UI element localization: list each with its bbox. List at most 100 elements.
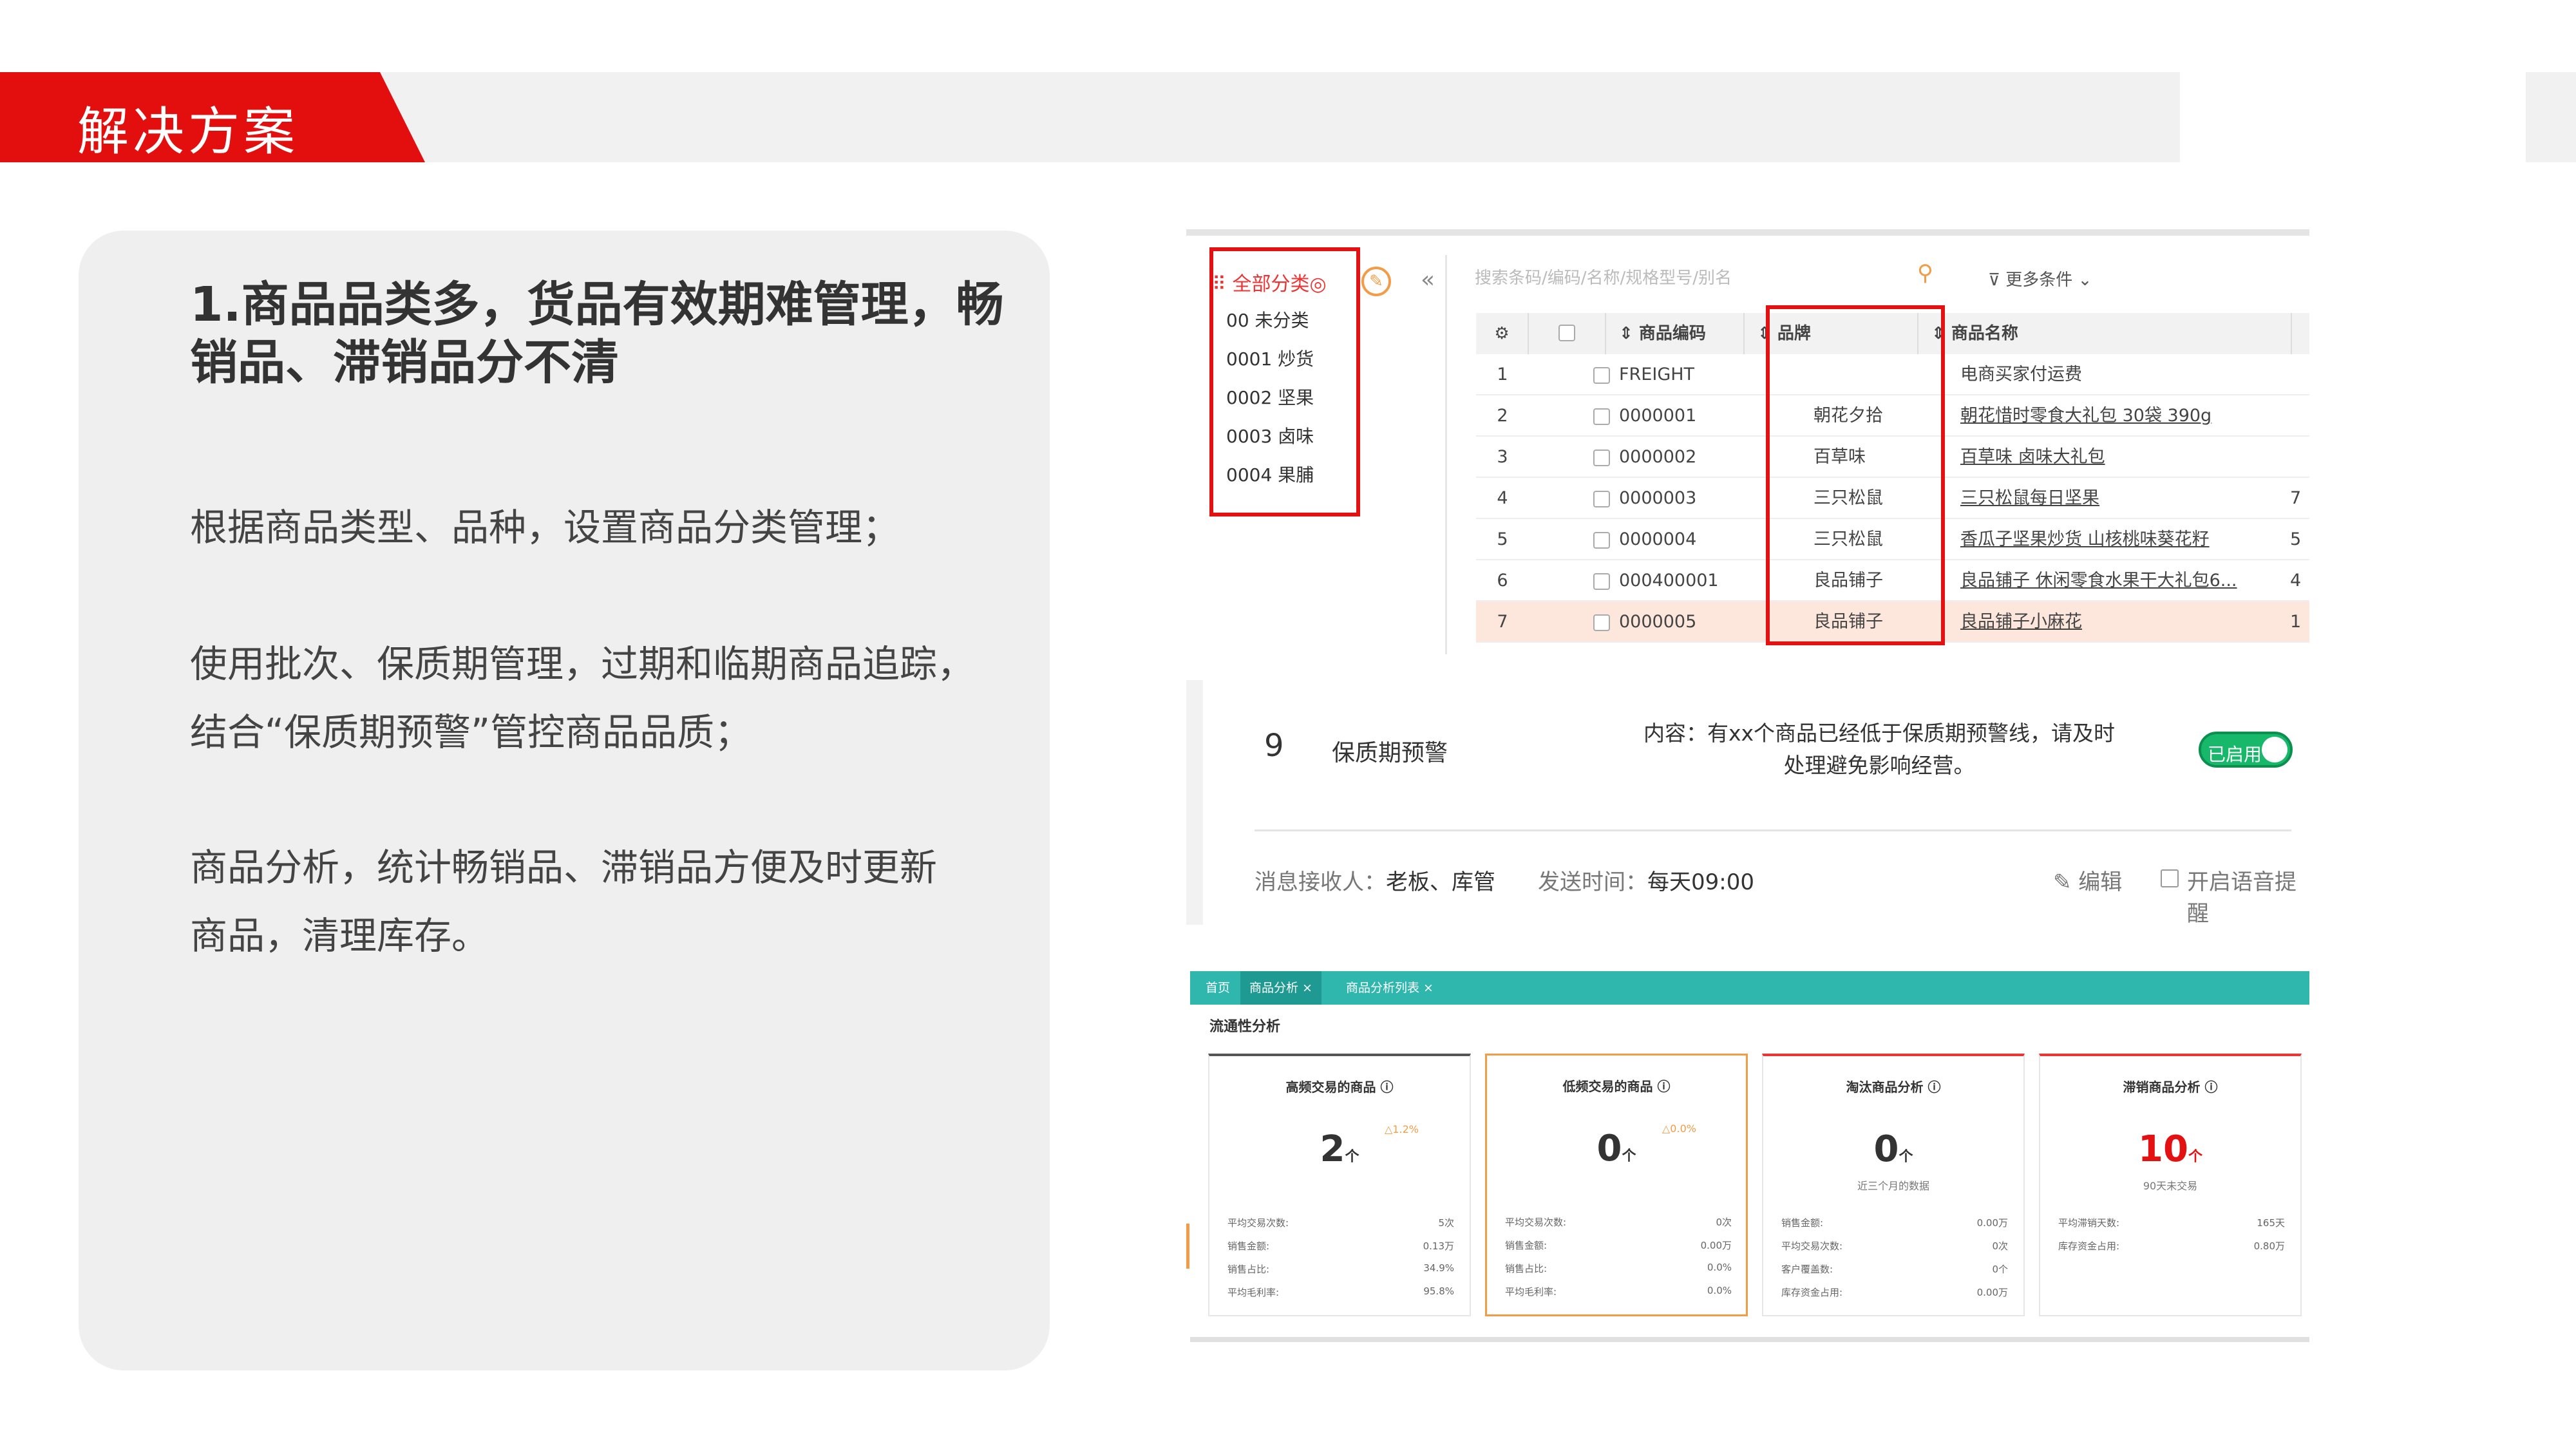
toggle-knob bbox=[2262, 737, 2287, 762]
row-checkbox[interactable] bbox=[1593, 532, 1610, 549]
row-number: 5 bbox=[1497, 529, 1508, 549]
filter-icon: ⊽ bbox=[1988, 270, 2006, 290]
collapse-icon[interactable]: « bbox=[1421, 267, 1435, 293]
row-number: 2 bbox=[1497, 406, 1508, 426]
metric-row: 平均毛利率: 95.8% bbox=[1227, 1285, 1454, 1298]
row-number: 3 bbox=[1497, 447, 1508, 467]
accent-bar bbox=[1186, 1224, 1189, 1269]
product-extra bbox=[2290, 437, 2309, 478]
row-number: 7 bbox=[1497, 612, 1508, 632]
col-name[interactable]: ⇕ 商品名称 bbox=[1918, 313, 2292, 354]
product-name: 良品铺子 休闲零食水果干大礼包6... bbox=[1960, 571, 2237, 591]
product-extra bbox=[2290, 395, 2309, 437]
product-name: 百草味 卤味大礼包 bbox=[1960, 447, 2105, 467]
row-checkbox[interactable] bbox=[1593, 491, 1610, 507]
edit-icon[interactable]: ✎ bbox=[1361, 267, 1391, 296]
send-time-info: 发送时间：每天09:00 bbox=[1538, 869, 1754, 895]
metric-row: 平均滞销天数: 165天 bbox=[2058, 1217, 2285, 1229]
row-checkbox[interactable] bbox=[1593, 408, 1610, 425]
rule-content: 内容：有xx个商品已经低于保质期预警线，请及时处理避免影响经营。 bbox=[1643, 721, 2116, 778]
metric-row: 销售金额: 0.00万 bbox=[1781, 1217, 2008, 1229]
header-band-right bbox=[2526, 72, 2576, 162]
product-name: 三只松鼠每日坚果 bbox=[1960, 488, 2099, 508]
section-title: 流通性分析 bbox=[1209, 1019, 1281, 1035]
metric-row: 平均毛利率: 0.0% bbox=[1505, 1285, 1732, 1298]
metric-value: 0个 bbox=[1873, 1128, 1913, 1170]
row-checkbox[interactable] bbox=[1593, 450, 1610, 466]
product-extra: 5 bbox=[2290, 529, 2302, 549]
search-input[interactable]: 搜索条码/编码/名称/规格型号/别名 bbox=[1475, 259, 1951, 298]
metric-title: 高频交易的商品 ⓘ bbox=[1285, 1079, 1394, 1095]
enable-toggle[interactable]: 已启用 bbox=[2199, 732, 2293, 768]
metric-note: 90天未交易 bbox=[2143, 1180, 2198, 1192]
metric-row: 库存资金占用: 0.00万 bbox=[1781, 1287, 2008, 1298]
metric-value: 2个 bbox=[1320, 1128, 1359, 1170]
metric-row: 销售占比: 34.9% bbox=[1227, 1262, 1454, 1275]
metric-note: 近三个月的数据 bbox=[1857, 1180, 1929, 1192]
search-icon[interactable]: ⚲ bbox=[1917, 260, 1933, 286]
product-list-screenshot: ⠿ 全部分类◎ 00 未分类 0001 炒货 0002 坚果 0003 卤味 0… bbox=[1186, 229, 2309, 654]
edit-icon: ✎ bbox=[2053, 869, 2079, 895]
metric-card[interactable]: 高频交易的商品 ⓘ 2个 △1.2% 平均交易次数: 5次 销售金额: 0.13万 销售占比:… bbox=[1208, 1054, 1471, 1316]
highlight-box bbox=[1766, 305, 1945, 645]
metric-row: 销售金额: 0.13万 bbox=[1227, 1240, 1454, 1252]
edit-button[interactable]: ✎ 编辑 bbox=[2053, 864, 2122, 896]
highlight-box bbox=[1209, 247, 1360, 516]
metric-row: 平均交易次数: 5次 bbox=[1227, 1217, 1454, 1229]
product-code: 000400001 bbox=[1619, 571, 1719, 591]
solution-point-3: 商品分析，统计畅销品、滞销品方便及时更新商品，清理库存。 bbox=[190, 846, 938, 958]
tab-bar: 首页 商品分析 × 商品分析列表 × bbox=[1190, 971, 2309, 1005]
trend-badge: △0.0% bbox=[1662, 1122, 1696, 1135]
select-all-checkbox[interactable] bbox=[1529, 313, 1606, 354]
product-name: 香瓜子坚果炒货 山核桃味葵花籽 bbox=[1960, 529, 2210, 549]
product-code: 0000003 bbox=[1619, 488, 1697, 508]
solution-point-2: 使用批次、保质期管理，过期和临期商品追踪，结合“保质期预警”管控商品品质； bbox=[190, 642, 975, 754]
product-code: 0000001 bbox=[1619, 406, 1697, 426]
metric-title: 滞销商品分析 ⓘ bbox=[2123, 1079, 2218, 1095]
rule-name: 保质期预警 bbox=[1332, 740, 1448, 766]
row-number: 6 bbox=[1497, 571, 1508, 591]
metric-row: 销售金额: 0.00万 bbox=[1505, 1240, 1732, 1251]
sort-icon: ⇕ bbox=[1619, 324, 1639, 343]
analysis-screenshot: 首页 商品分析 × 商品分析列表 × 流通性分析 高频交易的商品 ⓘ 2个 △1.2… bbox=[1190, 971, 2309, 1342]
product-code: 0000005 bbox=[1619, 612, 1697, 632]
warning-rule-screenshot: 9 保质期预警 内容：有xx个商品已经低于保质期预警线，请及时处理避免影响经营。… bbox=[1186, 680, 2309, 927]
metric-card[interactable]: 淘汰商品分析 ⓘ 0个 近三个月的数据 销售金额: 0.00万 平均交易次数: 0次 客户覆盖… bbox=[1762, 1054, 2025, 1316]
product-code: 0000002 bbox=[1619, 447, 1697, 467]
divider bbox=[1445, 255, 1447, 654]
voice-reminder-checkbox[interactable] bbox=[2161, 869, 2179, 887]
row-checkbox[interactable] bbox=[1593, 573, 1610, 590]
product-code: FREIGHT bbox=[1619, 365, 1695, 384]
tab-analysis-list[interactable]: 商品分析列表 × bbox=[1337, 971, 1443, 1005]
voice-reminder-label: 开启语音提醒 bbox=[2187, 869, 2297, 927]
more-filters-button[interactable]: ⊽ 更多条件 ⌄ bbox=[1988, 267, 2092, 290]
tab-home[interactable]: 首页 bbox=[1197, 971, 1239, 1005]
col-code[interactable]: ⇕ 商品编码 bbox=[1606, 313, 1745, 354]
product-extra: 1 bbox=[2290, 612, 2302, 632]
receiver-info: 消息接收人：老板、库管 bbox=[1255, 869, 1495, 895]
tab-product-analysis[interactable]: 商品分析 × bbox=[1240, 971, 1321, 1005]
card-title: 1.商品品类多，货品有效期难管理，畅销品、滞销品分不清 bbox=[190, 277, 1004, 390]
metric-row: 客户覆盖数: 0个 bbox=[1781, 1264, 2008, 1275]
product-extra: 4 bbox=[2290, 571, 2302, 591]
metric-row: 库存资金占用: 0.80万 bbox=[2058, 1240, 2285, 1252]
metric-row: 销售占比: 0.0% bbox=[1505, 1262, 1732, 1274]
settings-icon[interactable]: ⚙ bbox=[1476, 313, 1529, 354]
product-extra: 7 bbox=[2290, 488, 2302, 508]
row-number: 1 bbox=[1497, 365, 1508, 384]
product-name: 电商买家付运费 bbox=[1960, 365, 2082, 384]
solution-card bbox=[79, 231, 1050, 1370]
row-checkbox[interactable] bbox=[1593, 614, 1610, 631]
trend-badge: △1.2% bbox=[1385, 1123, 1419, 1135]
product-name: 良品铺子小麻花 bbox=[1960, 612, 2082, 632]
metric-row: 平均交易次数: 0次 bbox=[1505, 1217, 1732, 1228]
metric-title: 低频交易的商品 ⓘ bbox=[1562, 1079, 1671, 1094]
metric-value: 10个 bbox=[2138, 1128, 2202, 1170]
metric-card[interactable]: 低频交易的商品 ⓘ 0个 △0.0% 平均交易次数: 0次 销售金额: 0.00万 销售占比:… bbox=[1485, 1054, 1748, 1316]
page-title: 解决方案 bbox=[77, 102, 299, 162]
row-checkbox[interactable] bbox=[1593, 367, 1610, 384]
metric-row: 平均交易次数: 0次 bbox=[1781, 1240, 2008, 1252]
divider bbox=[1255, 829, 2291, 831]
product-extra bbox=[2290, 354, 2309, 395]
metric-card[interactable]: 滞销商品分析 ⓘ 10个 90天未交易平均滞销天数: 165天 库存资金占用: 0.80万 bbox=[2039, 1054, 2302, 1316]
